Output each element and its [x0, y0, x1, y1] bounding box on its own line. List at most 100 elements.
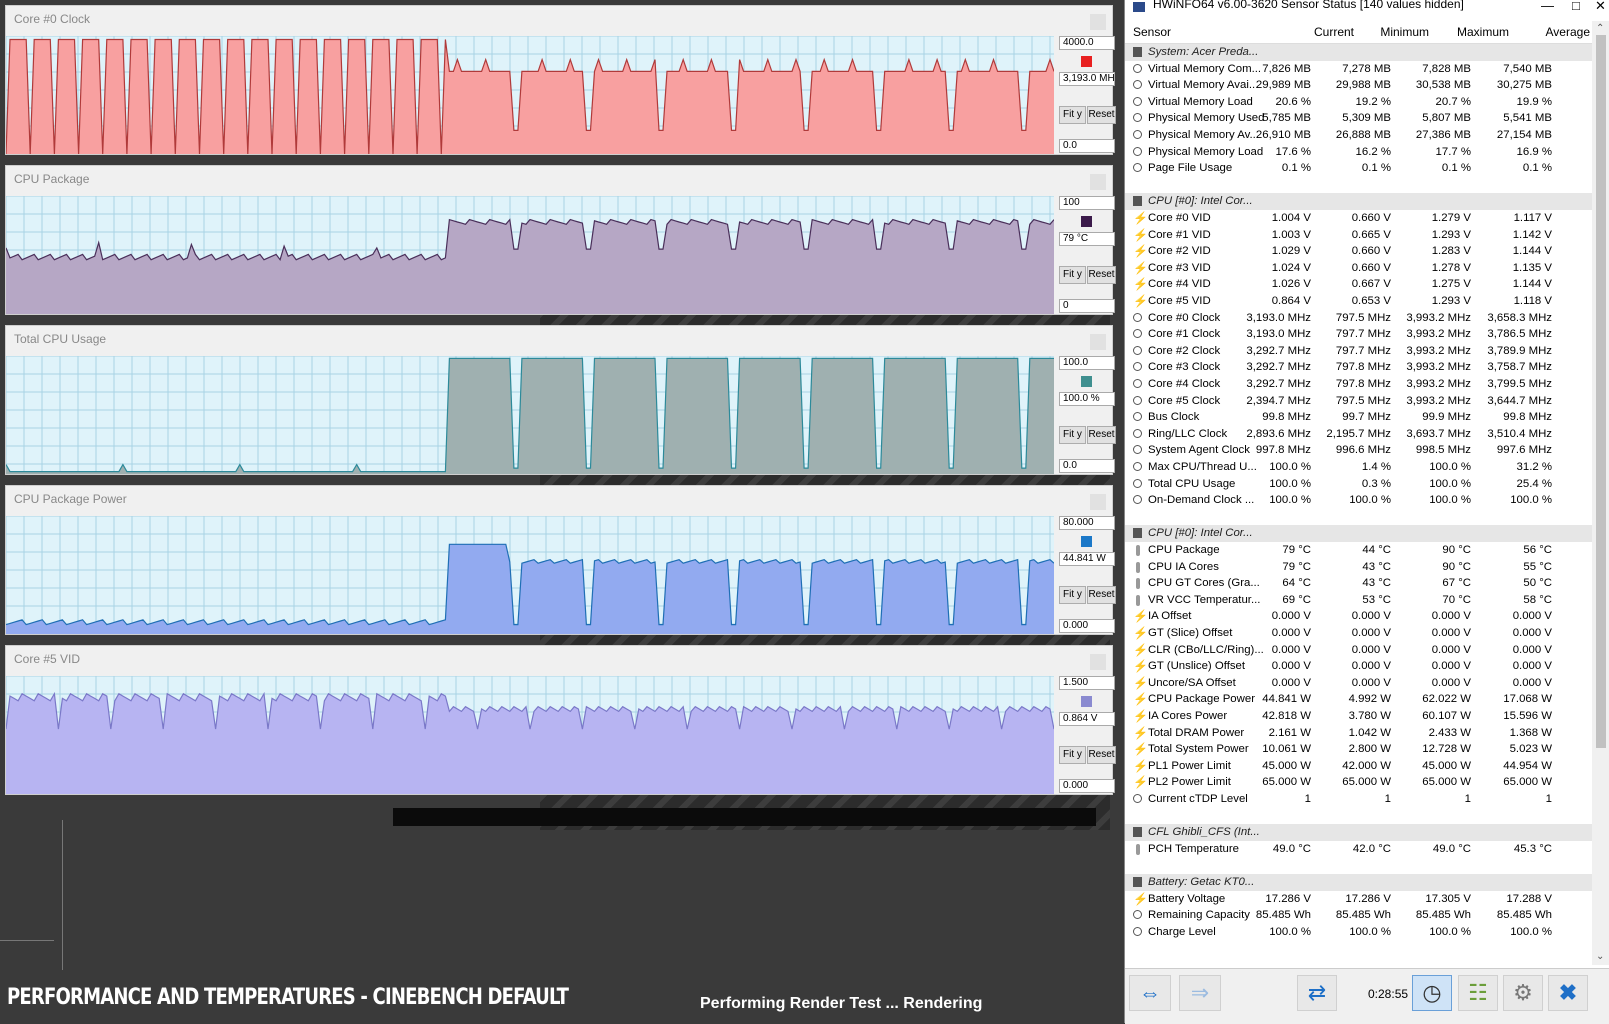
- nav-arrows-icon[interactable]: ⇔: [1129, 975, 1171, 1011]
- series-color-swatch[interactable]: [1081, 56, 1092, 67]
- reset-button[interactable]: Reset: [1087, 586, 1116, 604]
- sensor-row[interactable]: ⚡ IA Cores Power 42.818 W 3.780 W 60.107 W 15…: [1125, 708, 1592, 725]
- sensor-row[interactable]: ⚡ Total DRAM Power 2.161 W 1.042 W 2.433 W 1.…: [1125, 725, 1592, 742]
- scroll-up-icon[interactable]: ⌃: [1596, 23, 1604, 34]
- graph-min-value[interactable]: 0.0: [1059, 139, 1115, 153]
- sensor-row[interactable]: ⚡ CLR (CBo/LLC/Ring)... 0.000 V 0.000 V 0.00…: [1125, 642, 1592, 659]
- sensor-row[interactable]: Core #1 Clock 3,193.0 MHz 797.7 MHz 3,993.2…: [1125, 326, 1592, 343]
- sensor-group-header[interactable]: CPU [#0]: Intel Cor...: [1125, 525, 1592, 543]
- sensor-row[interactable]: ⚡ IA Offset 0.000 V 0.000 V 0.000 V 0.000 V: [1125, 608, 1592, 625]
- series-color-swatch[interactable]: [1081, 696, 1092, 707]
- sensor-row[interactable]: On-Demand Clock ... 100.0 % 100.0 % 100.0 %…: [1125, 492, 1592, 509]
- graph-min-value[interactable]: 0: [1059, 299, 1115, 313]
- sensor-row[interactable]: Core #2 Clock 3,292.7 MHz 797.7 MHz 3,993.2…: [1125, 343, 1592, 360]
- sensor-row[interactable]: ⚡ CPU Package Power 44.841 W 4.992 W 62.022 …: [1125, 691, 1592, 708]
- column-maximum[interactable]: Maximum: [1427, 25, 1509, 39]
- sensor-row[interactable]: ⚡ PL2 Power Limit 65.000 W 65.000 W 65.000 W…: [1125, 774, 1592, 791]
- sensor-row[interactable]: Bus Clock 99.8 MHz 99.7 MHz 99.9 MHz 99.8 MH…: [1125, 409, 1592, 426]
- sensor-group-header[interactable]: System: Acer Preda...: [1125, 44, 1592, 61]
- reset-button[interactable]: Reset: [1087, 266, 1116, 284]
- sensor-row[interactable]: Core #5 Clock 2,394.7 MHz 797.5 MHz 3,993.2…: [1125, 393, 1592, 410]
- minimize-icon[interactable]: —: [1541, 0, 1554, 13]
- graph-max-value[interactable]: 1.500: [1059, 676, 1115, 690]
- sensor-row[interactable]: ⚡ Core #3 VID 1.024 V 0.660 V 1.278 V 1.135 V: [1125, 260, 1592, 277]
- graph-max-value[interactable]: 4000.0: [1059, 36, 1115, 50]
- sensor-row[interactable]: Virtual Memory Avai... 29,989 MB 29,988 MB…: [1125, 77, 1592, 94]
- sensor-row[interactable]: CPU Package 79 °C 44 °C 90 °C 56 °C: [1125, 542, 1592, 559]
- fit-y-button[interactable]: Fit y: [1059, 106, 1086, 124]
- sensor-row[interactable]: Ring/LLC Clock 2,893.6 MHz 2,195.7 MHz 3,69…: [1125, 426, 1592, 443]
- sensor-row[interactable]: ⚡ GT (Unslice) Offset 0.000 V 0.000 V 0.000 …: [1125, 658, 1592, 675]
- network-icon[interactable]: ⇄: [1297, 975, 1337, 1011]
- close-sensors-icon[interactable]: ✖: [1548, 975, 1588, 1011]
- reset-button[interactable]: Reset: [1087, 106, 1116, 124]
- series-color-swatch[interactable]: [1081, 216, 1092, 227]
- graph-max-value[interactable]: 100: [1059, 196, 1115, 210]
- report-icon[interactable]: ☷: [1458, 975, 1498, 1011]
- sensor-row[interactable]: Remaining Capacity 85.485 Wh 85.485 Wh 85.4…: [1125, 907, 1592, 924]
- sensor-row[interactable]: VR VCC Temperatur... 69 °C 53 °C 70 °C 58 °C: [1125, 592, 1592, 609]
- reset-button[interactable]: Reset: [1087, 426, 1116, 444]
- sensor-scrollbar[interactable]: ⌃ ⌄: [1592, 21, 1609, 965]
- sensor-row[interactable]: ⚡ GT (Slice) Offset 0.000 V 0.000 V 0.000 V0…: [1125, 625, 1592, 642]
- sensor-name: CPU [#0]: Intel Cor...: [1148, 527, 1253, 540]
- sensor-row[interactable]: Virtual Memory Load 20.6 % 19.2 % 20.7 % 19.…: [1125, 94, 1592, 111]
- graph-max-value[interactable]: 100.0: [1059, 356, 1115, 370]
- graph-min-value[interactable]: 0.0: [1059, 459, 1115, 473]
- column-current[interactable]: Current: [1272, 25, 1354, 39]
- sensor-row[interactable]: Total CPU Usage 100.0 % 0.3 % 100.0 % 25.4 %: [1125, 476, 1592, 493]
- reset-button[interactable]: Reset: [1087, 746, 1116, 764]
- sensor-group-header[interactable]: CPU [#0]: Intel Cor...: [1125, 193, 1592, 211]
- sensor-row[interactable]: Core #3 Clock 3,292.7 MHz 797.8 MHz 3,993.2…: [1125, 359, 1592, 376]
- sensor-row[interactable]: System Agent Clock 997.8 MHz 996.6 MHz 998.…: [1125, 442, 1592, 459]
- sensor-row[interactable]: ⚡ PL1 Power Limit 45.000 W 42.000 W 45.000 W…: [1125, 758, 1592, 775]
- graph-min-value[interactable]: 0.000: [1059, 619, 1115, 633]
- close-icon[interactable]: ✕: [1595, 0, 1606, 14]
- sensor-row[interactable]: ⚡ Uncore/SA Offset 0.000 V 0.000 V 0.000 V 0.…: [1125, 675, 1592, 692]
- sensor-row[interactable]: Core #0 Clock 3,193.0 MHz 797.5 MHz 3,993.2…: [1125, 310, 1592, 327]
- sensor-row[interactable]: Physical Memory Used 5,785 MB 5,309 MB 5,80…: [1125, 110, 1592, 127]
- sensor-row[interactable]: ⚡ Core #0 VID 1.004 V 0.660 V 1.279 V 1.117 V: [1125, 210, 1592, 227]
- column-minimum[interactable]: Minimum: [1347, 25, 1429, 39]
- sensor-row[interactable]: PCH Temperature 49.0 °C 42.0 °C 49.0 °C 45.3…: [1125, 841, 1592, 858]
- sensor-row[interactable]: Physical Memory Load 17.6 % 16.2 % 17.7 % 16…: [1125, 144, 1592, 161]
- sensor-row[interactable]: Physical Memory Av... 26,910 MB 26,888 MB 2…: [1125, 127, 1592, 144]
- scroll-thumb[interactable]: [1596, 35, 1606, 748]
- panel-close-button[interactable]: [1090, 494, 1106, 510]
- fit-y-button[interactable]: Fit y: [1059, 746, 1086, 764]
- sensor-row[interactable]: CPU IA Cores 79 °C 43 °C 90 °C 55 °C: [1125, 559, 1592, 576]
- panel-close-button[interactable]: [1090, 654, 1106, 670]
- sensor-row[interactable]: Charge Level 100.0 % 100.0 % 100.0 % 100.0 %: [1125, 924, 1592, 941]
- clock-icon[interactable]: ◷: [1412, 975, 1452, 1011]
- sensor-row[interactable]: ⚡ Total System Power 10.061 W 2.800 W 12.728…: [1125, 741, 1592, 758]
- column-average[interactable]: Average: [1508, 25, 1590, 39]
- series-color-swatch[interactable]: [1081, 536, 1092, 547]
- sensor-row[interactable]: Core #4 Clock 3,292.7 MHz 797.8 MHz 3,993.2…: [1125, 376, 1592, 393]
- sensor-row[interactable]: Page File Usage 0.1 % 0.1 % 0.1 % 0.1 %: [1125, 160, 1592, 177]
- panel-close-button[interactable]: [1090, 174, 1106, 190]
- sensor-row[interactable]: ⚡ Battery Voltage 17.286 V 17.286 V 17.305 V…: [1125, 891, 1592, 908]
- nav-arrows-disabled-icon[interactable]: ⇒: [1179, 975, 1221, 1011]
- series-color-swatch[interactable]: [1081, 376, 1092, 387]
- fit-y-button[interactable]: Fit y: [1059, 586, 1086, 604]
- sensor-group-header[interactable]: CFL Ghibli_CFS (Int...: [1125, 824, 1592, 842]
- fit-y-button[interactable]: Fit y: [1059, 266, 1086, 284]
- sensor-row[interactable]: ⚡ Core #4 VID 1.026 V 0.667 V 1.275 V 1.144 V: [1125, 276, 1592, 293]
- sensor-row[interactable]: Max CPU/Thread U... 100.0 % 1.4 % 100.0 % 31…: [1125, 459, 1592, 476]
- sensor-group-header[interactable]: Battery: Getac KT0...: [1125, 874, 1592, 891]
- panel-close-button[interactable]: [1090, 14, 1106, 30]
- panel-close-button[interactable]: [1090, 334, 1106, 350]
- column-sensor[interactable]: Sensor: [1133, 25, 1171, 39]
- settings-icon[interactable]: ⚙: [1503, 975, 1543, 1011]
- sensor-row[interactable]: ⚡ Core #2 VID 1.029 V 0.660 V 1.283 V 1.144 V: [1125, 243, 1592, 260]
- scroll-down-icon[interactable]: ⌄: [1596, 951, 1604, 962]
- sensor-row[interactable]: CPU GT Cores (Gra... 64 °C 43 °C 67 °C 50 °C: [1125, 575, 1592, 592]
- maximize-icon[interactable]: □: [1572, 0, 1580, 13]
- sensor-row[interactable]: ⚡ Core #1 VID 1.003 V 0.665 V 1.293 V 1.142 V: [1125, 227, 1592, 244]
- sensor-row[interactable]: ⚡ Core #5 VID 0.864 V 0.653 V 1.293 V 1.118 V: [1125, 293, 1592, 310]
- fit-y-button[interactable]: Fit y: [1059, 426, 1086, 444]
- sensor-row[interactable]: Current cTDP Level 1 1 1 1: [1125, 791, 1592, 808]
- sensor-row[interactable]: Virtual Memory Com... 7,826 MB 7,278 MB 7,8…: [1125, 61, 1592, 78]
- graph-min-value[interactable]: 0.000: [1059, 779, 1115, 793]
- graph-max-value[interactable]: 80.000: [1059, 516, 1115, 530]
